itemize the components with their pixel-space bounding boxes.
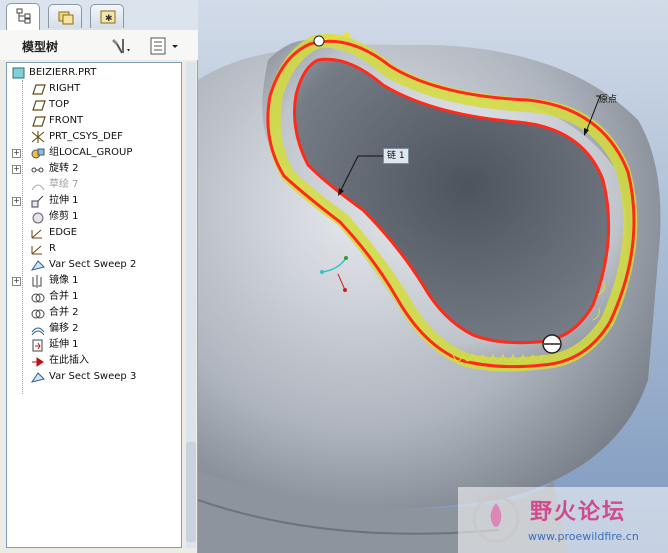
datum-plane-icon [30, 98, 46, 112]
mirror-icon [30, 274, 46, 288]
tree-item-label: Var Sect Sweep 2 [49, 259, 137, 270]
svg-text:✱: ✱ [105, 14, 113, 24]
tree-item[interactable]: Var Sect Sweep 2 [7, 257, 181, 273]
trim-icon [30, 210, 46, 224]
var-sect-sweep-icon [30, 370, 46, 384]
tree-item[interactable]: + 拉伸 1 [7, 193, 181, 209]
folder-browser-tab[interactable] [48, 4, 82, 28]
tree-item[interactable]: PRT_CSYS_DEF [7, 129, 181, 145]
tree-item[interactable]: 合并 2 [7, 305, 181, 321]
forum-logo-icon [472, 495, 520, 543]
tree-item[interactable]: BEIZIERR.PRT [7, 65, 181, 81]
merge-icon [30, 290, 46, 304]
tree-item-label: 组LOCAL_GROUP [49, 147, 133, 158]
tree-item-label: 修剪 1 [49, 211, 79, 222]
tree-item-label: EDGE [49, 227, 78, 238]
tree-item-label: BEIZIERR.PRT [29, 67, 97, 78]
model-tree-tab[interactable] [6, 3, 40, 30]
tree-item[interactable]: R [7, 241, 181, 257]
watermark: 野火论坛 www.proewildfire.cn [458, 487, 668, 553]
tree-item-label: 合并 2 [49, 307, 79, 318]
extend-icon [30, 338, 46, 352]
tree-item[interactable]: FRONT [7, 113, 181, 129]
tree-item[interactable]: 合并 1 [7, 289, 181, 305]
merge-icon [30, 306, 46, 320]
extrude-icon [30, 194, 46, 208]
tree-item-label: R [49, 243, 56, 254]
revolve-icon [30, 162, 46, 176]
chain-label[interactable]: 链 1 [383, 148, 409, 164]
forum-title: 野火论坛 [530, 500, 627, 525]
tree-item[interactable]: 延伸 1 [7, 337, 181, 353]
datum-curve-icon [30, 242, 46, 256]
show-options-button[interactable] [148, 36, 182, 56]
tree-item-label: 拉伸 1 [49, 195, 79, 206]
tree-item[interactable]: 修剪 1 [7, 209, 181, 225]
tree-item-label: 延伸 1 [49, 339, 79, 350]
tree-item[interactable]: TOP [7, 97, 181, 113]
tree-item[interactable]: 草绘 7 [7, 177, 181, 193]
var-sect-sweep-icon [30, 258, 46, 272]
tree-item-label: Var Sect Sweep 3 [49, 371, 137, 382]
tree-item-label: 镜像 1 [49, 275, 79, 286]
offset-icon [30, 322, 46, 336]
model-tree: BEIZIERR.PRT RIGHT TOP FRONT PRT_CSYS_DEF + 组L… [6, 62, 182, 548]
datum-curve-icon [30, 226, 46, 240]
tree-item[interactable]: EDGE [7, 225, 181, 241]
panel-tabs: ✱ [0, 0, 198, 30]
tree-item[interactable]: + 旋转 2 [7, 161, 181, 177]
origin-label[interactable]: 原点 [599, 92, 617, 105]
tree-item[interactable]: 偏移 2 [7, 321, 181, 337]
settings-tools-button[interactable] [110, 36, 132, 56]
model-tree-panel: ✱ 模型树 BEIZIERR.PRT RIGHT TOP FRONT PRT_CSYS_… [0, 0, 198, 553]
tree-item-label: 在此插入 [49, 355, 89, 366]
panel-scrollbar[interactable] [186, 62, 196, 548]
tree-item-label: PRT_CSYS_DEF [49, 131, 123, 142]
expand-toggle-icon[interactable]: + [12, 149, 21, 158]
favorites-icon: ✱ [100, 10, 116, 24]
tree-item-label: RIGHT [49, 83, 81, 94]
tree-item-label: TOP [49, 99, 70, 110]
tree-item-label: 旋转 2 [49, 163, 79, 174]
panel-title: 模型树 [22, 40, 59, 54]
tree-item[interactable]: + 镜像 1 [7, 273, 181, 289]
insert-here-icon [30, 354, 46, 368]
tree-item-label: 草绘 7 [49, 179, 79, 190]
folder-browser-icon [58, 11, 74, 25]
favorites-tab[interactable]: ✱ [90, 4, 124, 28]
tree-item-label: 偏移 2 [49, 323, 79, 334]
tree-item[interactable]: + 组LOCAL_GROUP [7, 145, 181, 161]
expand-toggle-icon[interactable]: + [12, 277, 21, 286]
graphics-viewport[interactable]: 链 1 原点 [198, 0, 668, 553]
model-view[interactable] [198, 0, 668, 553]
forum-url: www.proewildfire.cn [528, 530, 639, 543]
sketch-icon [30, 178, 46, 192]
expand-toggle-icon[interactable]: + [12, 197, 21, 206]
datum-plane-icon [30, 114, 46, 128]
tree-item[interactable]: RIGHT [7, 81, 181, 97]
csys-icon [30, 130, 46, 144]
part-icon [11, 66, 27, 80]
list-view-icon [150, 37, 178, 55]
datum-plane-icon [30, 82, 46, 96]
tools-icon [112, 39, 130, 54]
group-icon [30, 146, 46, 160]
tree-item[interactable]: Var Sect Sweep 3 [7, 369, 181, 385]
expand-toggle-icon[interactable]: + [12, 165, 21, 174]
tree-item[interactable]: 在此插入 [7, 353, 181, 369]
start-point-handle[interactable] [313, 35, 325, 47]
tree-item-label: 合并 1 [49, 291, 79, 302]
tree-item-label: FRONT [49, 115, 84, 126]
model-tree-icon [16, 8, 31, 24]
